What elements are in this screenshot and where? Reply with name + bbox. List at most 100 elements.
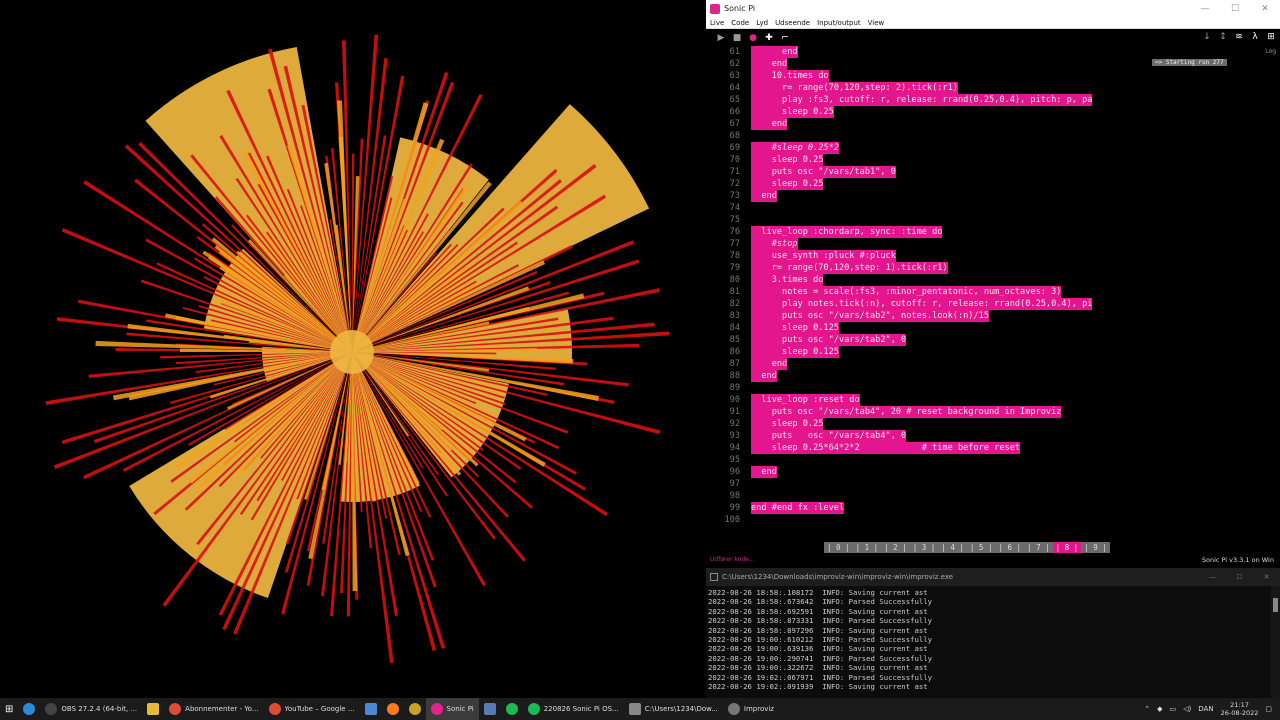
line-number: 77	[729, 239, 740, 249]
taskbar: ⊞ OBS 27.2.4 (64-bit, ... Abonnementer - …	[0, 698, 1280, 720]
menu-code[interactable]: Code	[731, 19, 749, 27]
maximize-icon[interactable]: ☐	[1226, 573, 1253, 581]
lambda-icon[interactable]: λ	[1250, 32, 1260, 42]
taskbar-item-label: Abonnementer - Yo...	[185, 705, 259, 713]
console-scrollbar[interactable]	[1271, 586, 1280, 698]
code-text: sleep 0.25	[751, 106, 834, 118]
line-number: 71	[729, 167, 740, 177]
code-line: 95	[706, 454, 1152, 466]
log-line: 2022-08-26 18:58:.692591 INFO: Saving cu…	[708, 606, 928, 616]
play-icon[interactable]: ▶	[716, 33, 726, 43]
menu-live[interactable]: Live	[710, 19, 724, 27]
line-number: 84	[729, 323, 740, 333]
notification-icon[interactable]: ▢	[1265, 705, 1272, 713]
menu-lyd[interactable]: Lyd	[756, 19, 768, 27]
console-titlebar[interactable]: C:\Users\1234\Downloads\improviz-win\imp…	[706, 568, 1280, 586]
code-text: puts osc "/vars/tab4", 20 # reset backgr…	[751, 406, 1062, 418]
code-line: 94 sleep 0.25*64*2*2 # time before reset	[706, 442, 1152, 454]
code-line: 93 puts osc "/vars/tab4", 0	[706, 430, 1152, 442]
taskbar-item[interactable]	[382, 698, 404, 720]
buffer-tab-8[interactable]: | 8 |	[1052, 542, 1082, 553]
prefs-icon[interactable]: ⊞	[1266, 32, 1276, 42]
line-number: 66	[729, 107, 740, 117]
close-icon[interactable]: ✕	[1253, 573, 1280, 581]
log-line: 2022-08-26 19:02:.067971 INFO: Parsed Su…	[708, 672, 933, 682]
taskbar-item[interactable]: OBS 27.2.4 (64-bit, ...	[40, 698, 142, 720]
taskbar-item[interactable]: C:\Users\1234\Dow...	[624, 698, 723, 720]
menu-udseende[interactable]: Udseende	[775, 19, 810, 27]
minimize-icon[interactable]: —	[1190, 4, 1220, 14]
code-line: 64 r= range(70,120,step: 2).tick(:r1)	[706, 82, 1152, 94]
start-button[interactable]: ⊞	[0, 698, 18, 720]
language-indicator[interactable]: DAN	[1198, 705, 1213, 713]
network-icon[interactable]: ▭	[1170, 705, 1177, 713]
taskbar-item[interactable]: Sonic Pi	[425, 698, 479, 720]
scope-icon[interactable]: ↓	[1202, 32, 1212, 42]
sonic-pi-window: Sonic Pi — ☐ ✕ Live Code Lyd Udseende In…	[706, 0, 1280, 568]
terminal-icon	[628, 703, 641, 715]
maximize-icon[interactable]: ☐	[1220, 4, 1250, 14]
signal-icon[interactable]: ≋	[1234, 32, 1244, 42]
buffer-tab-3[interactable]: | 3 |	[910, 542, 939, 553]
code-line: 76 live_loop :chordarp, sync: :time do	[706, 226, 1152, 238]
system-tray: ⌃ ◆ ▭ ◁) DAN 21:17 26-08-2022 ▢	[1144, 701, 1280, 717]
buffer-tab-7[interactable]: | 7 |	[1024, 542, 1053, 553]
buffer-tab-4[interactable]: | 4 |	[938, 542, 967, 553]
record-icon[interactable]: ●	[748, 33, 758, 43]
volume-icon[interactable]: ◁)	[1183, 705, 1191, 713]
buffer-tab-2[interactable]: | 2 |	[881, 542, 910, 553]
line-number: 69	[729, 143, 740, 153]
code-line: 82 play notes.tick(:n), cutoff: r, relea…	[706, 298, 1152, 310]
code-text: puts osc "/vars/tab2", 0	[751, 334, 907, 346]
sonic-pi-app-icon	[710, 3, 720, 14]
code-text: end	[751, 58, 788, 70]
line-number: 91	[729, 407, 740, 417]
buffer-tab-1[interactable]: | 1 |	[853, 542, 882, 553]
info-icon[interactable]: ↕	[1218, 32, 1228, 42]
taskbar-item[interactable]: YouTube – Google ...	[264, 698, 360, 720]
align-icon[interactable]: ⌐	[780, 33, 790, 43]
log-line: 2022-08-26 19:00:.610212 INFO: Parsed Su…	[708, 635, 933, 645]
taskbar-item-label: OBS 27.2.4 (64-bit, ...	[61, 705, 138, 713]
taskbar-item[interactable]	[479, 698, 501, 720]
close-icon[interactable]: ✕	[1250, 4, 1280, 14]
menu-view[interactable]: View	[868, 19, 885, 27]
buffer-tab-5[interactable]: | 5 |	[967, 542, 996, 553]
code-editor[interactable]: 61 end 62 end 63 10.times do 64 r= range(70…	[706, 46, 1152, 538]
taskbar-item[interactable]	[501, 698, 523, 720]
code-line: 66 sleep 0.25	[706, 106, 1152, 118]
line-number: 78	[729, 251, 740, 261]
buffer-tab-0[interactable]: | 0 |	[824, 542, 853, 553]
line-number: 95	[729, 455, 740, 465]
taskbar-item[interactable]: 220826 Sonic Pi OS...	[523, 698, 624, 720]
taskbar-item[interactable]: Abonnementer - Yo...	[164, 698, 263, 720]
clock[interactable]: 21:17 26-08-2022	[1221, 701, 1259, 717]
menu-input-output[interactable]: Input/output	[817, 19, 861, 27]
sonic-pi-titlebar[interactable]: Sonic Pi — ☐ ✕	[706, 0, 1280, 17]
console-title: C:\Users\1234\Downloads\improviz-win\imp…	[722, 573, 954, 581]
notepad-icon	[364, 703, 377, 715]
code-line: 72 sleep 0.25	[706, 178, 1152, 190]
taskbar-item[interactable]	[142, 698, 164, 720]
line-number: 76	[729, 227, 740, 237]
buffer-tab-9[interactable]: | 9 |	[1081, 542, 1110, 553]
code-line: 97	[706, 478, 1152, 490]
code-text: use_synth :pluck #:pluck	[751, 250, 896, 262]
code-text: #stop	[751, 238, 798, 250]
chevron-up-icon[interactable]: ⌃	[1144, 705, 1150, 713]
edge-button[interactable]	[18, 698, 40, 720]
code-text: puts osc "/vars/tab2", notes.look(:n)/15	[751, 310, 989, 322]
minimize-icon[interactable]: —	[1199, 573, 1226, 581]
taskbar-item[interactable]	[404, 698, 426, 720]
plus-icon[interactable]: ✚	[764, 33, 774, 43]
stop-icon[interactable]: ■	[732, 33, 742, 43]
dropbox-icon[interactable]: ◆	[1157, 705, 1162, 713]
code-line: 62 end	[706, 58, 1152, 70]
clock-time: 21:17	[1230, 701, 1249, 709]
taskbar-item[interactable]: Improviz	[723, 698, 779, 720]
code-line: 65 play :fs3, cutoff: r, release: rrand(…	[706, 94, 1152, 106]
code-text: sleep 0.25	[751, 178, 824, 190]
code-text: end	[751, 370, 777, 382]
taskbar-item[interactable]	[360, 698, 382, 720]
buffer-tab-6[interactable]: | 6 |	[995, 542, 1024, 553]
